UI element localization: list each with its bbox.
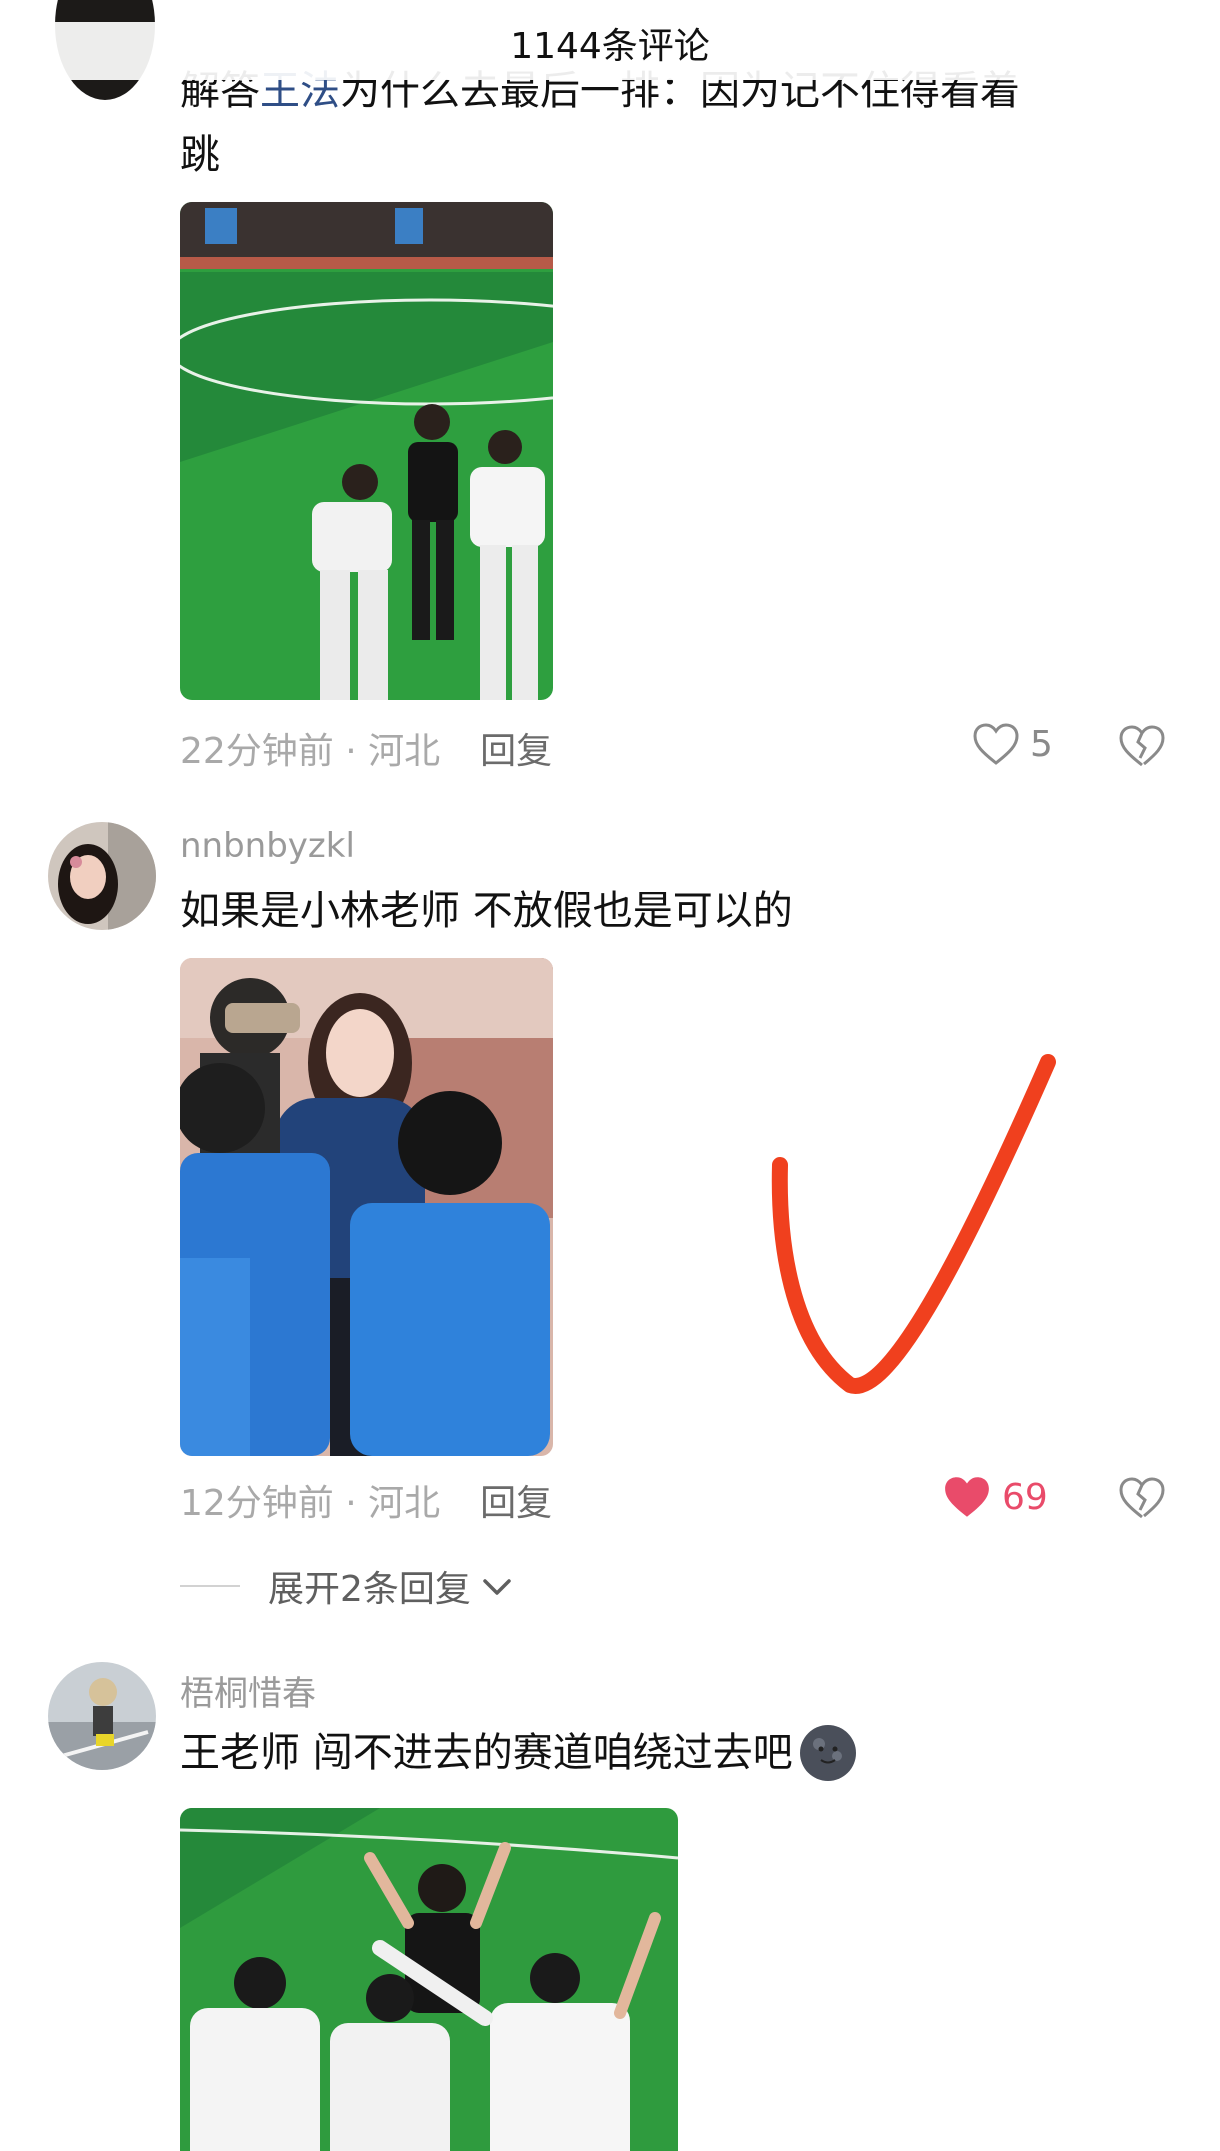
dislike-button[interactable]: [1118, 724, 1166, 772]
divider-line: [180, 1585, 240, 1587]
comment-photo[interactable]: [180, 1808, 678, 2151]
comment-text-line2: 跳: [180, 132, 220, 178]
broken-heart-icon: [1119, 1477, 1165, 1519]
checkmark-annotation: [771, 1054, 1056, 1394]
chevron-down-icon: [483, 1579, 511, 1595]
comment-text-row: 王老师 闯不进去的赛道咱绕过去吧: [180, 1722, 859, 1784]
comment-meta: 12分钟前 · 河北 回复: [180, 1483, 553, 1524]
comment-time: 12分钟前: [180, 1483, 334, 1524]
username[interactable]: nnbnbyzkl: [180, 826, 355, 866]
like-count: 69: [1002, 1476, 1048, 1518]
avatar[interactable]: [48, 822, 156, 930]
like-button[interactable]: 5: [972, 722, 1053, 766]
expand-replies-label: 展开2条回复: [268, 1569, 471, 1610]
emoji-icon: [799, 1725, 856, 1781]
comment-photo[interactable]: [180, 958, 553, 1456]
comment-meta: 22分钟前 · 河北 回复: [180, 731, 553, 772]
expand-replies-button[interactable]: 展开2条回复: [180, 1560, 515, 1612]
heart-outline-icon: [973, 723, 1019, 765]
dislike-button[interactable]: [1118, 1476, 1166, 1524]
comment-location: 河北: [368, 731, 441, 772]
like-button[interactable]: 69: [942, 1474, 1048, 1520]
comment-location: 河北: [368, 1483, 441, 1524]
comment-photo[interactable]: [180, 202, 553, 700]
comment-text: 如果是小林老师 不放假也是可以的: [180, 888, 793, 934]
comment-text: 王老师 闯不进去的赛道咱绕过去吧: [180, 1730, 793, 1776]
broken-heart-icon: [1119, 725, 1165, 767]
reply-button[interactable]: 回复: [480, 731, 552, 772]
avatar[interactable]: [48, 1662, 156, 1770]
reply-button[interactable]: 回复: [480, 1483, 552, 1524]
like-count: 5: [1030, 723, 1053, 765]
comment-time: 22分钟前: [180, 731, 334, 772]
heart-filled-icon: [945, 1477, 989, 1517]
username[interactable]: 梧桐惜春: [180, 1666, 316, 1715]
comments-count-title: 1144条评论: [0, 22, 1220, 80]
